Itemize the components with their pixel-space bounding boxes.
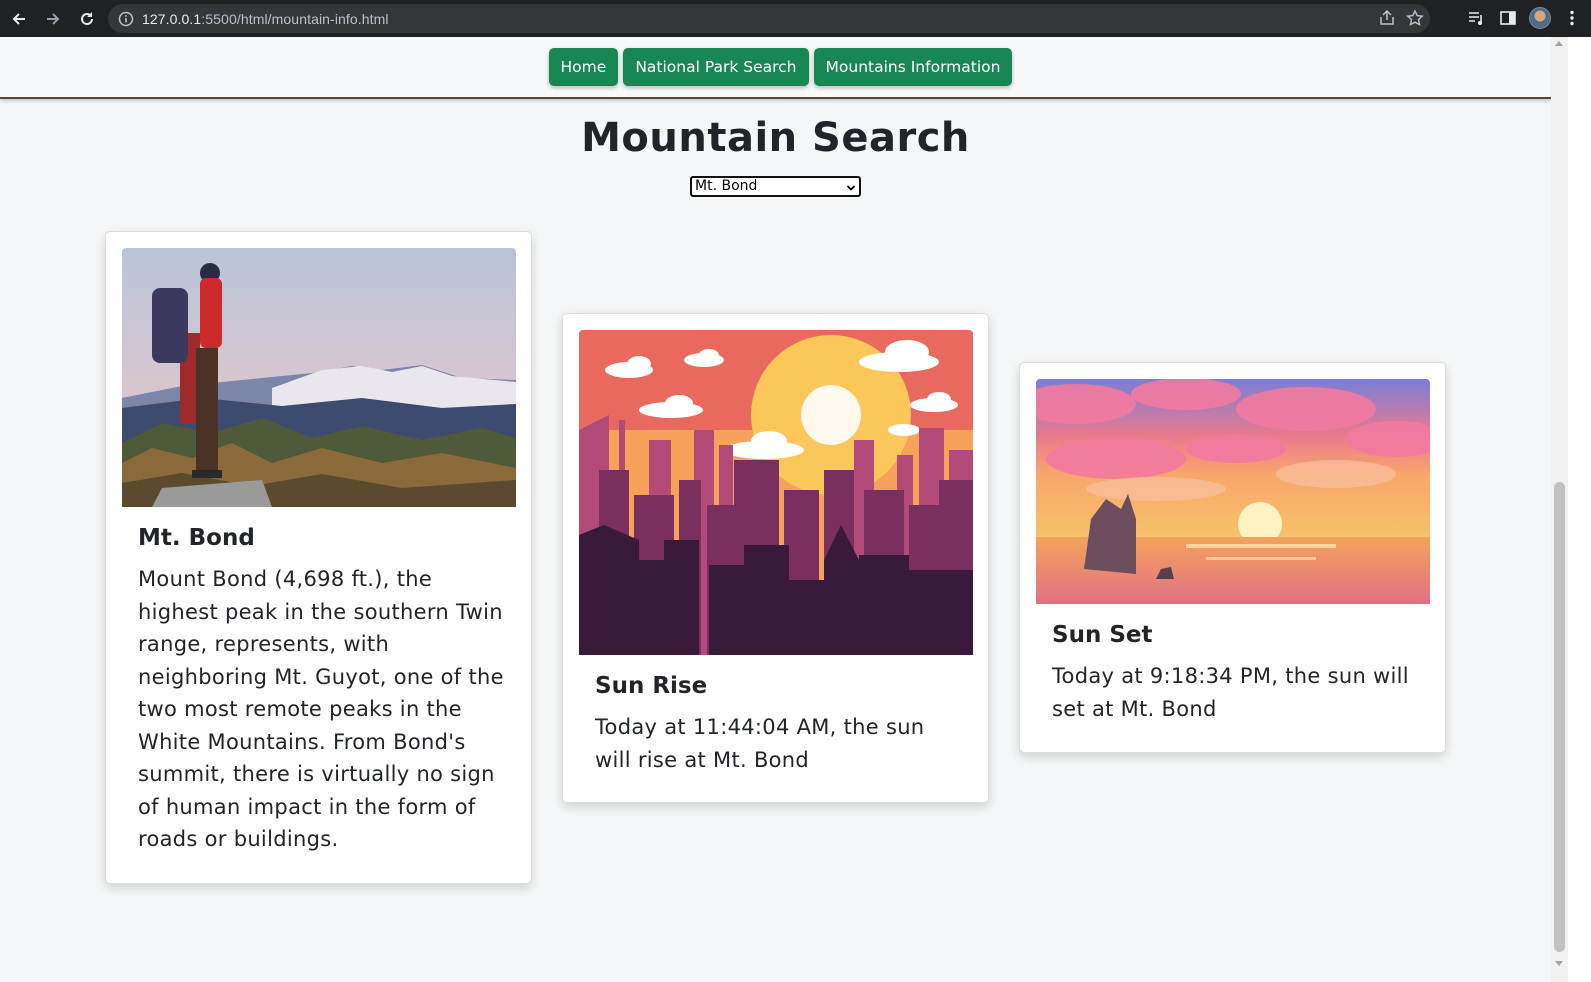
sunset-sea-image [1036, 379, 1430, 608]
url-text: 127.0.0.1:5500/html/mountain-info.html [142, 11, 389, 27]
mountain-card-title: Mt. Bond [138, 525, 255, 551]
nav-home-button[interactable]: Home [548, 48, 619, 86]
address-bar[interactable]: 127.0.0.1:5500/html/mountain-info.html [108, 4, 1430, 33]
share-icon[interactable] [1378, 9, 1396, 31]
forward-icon[interactable] [38, 4, 68, 34]
side-panel-icon[interactable] [1497, 4, 1519, 32]
mountain-select[interactable]: Mt. Bond [690, 176, 861, 197]
site-info-icon[interactable] [118, 11, 134, 27]
sunset-card-text: Today at 9:18:34 PM, the sun will set at… [1052, 664, 1409, 721]
chevron-down-icon [846, 181, 856, 198]
mountain-card-description: Mount Bond (4,698 ft.), the highest peak… [138, 567, 504, 851]
mountain-card: Mt. Bond Mount Bond (4,698 ft.), the hig… [105, 231, 532, 884]
mountain-hiker-image [122, 248, 516, 511]
site-navbar: Home National Park Search Mountains Info… [0, 37, 1551, 99]
page-scrollbar[interactable] [1551, 37, 1568, 982]
bookmark-star-icon[interactable] [1406, 9, 1424, 31]
scroll-up-arrow-icon[interactable] [1555, 41, 1563, 46]
nav-national-park-search-button[interactable]: National Park Search [623, 48, 809, 86]
back-icon[interactable] [4, 4, 34, 34]
sunrise-card-title: Sun Rise [595, 673, 708, 699]
url-host: 127.0.0.1 [142, 10, 202, 27]
sunset-card: Sun Set Today at 9:18:34 PM, the sun wil… [1019, 362, 1446, 753]
scroll-thumb[interactable] [1554, 482, 1565, 952]
sunrise-card: Sun Rise Today at 11:44:04 AM, the sun w… [562, 313, 989, 803]
mountain-select-value: Mt. Bond [695, 178, 758, 194]
profile-avatar[interactable] [1529, 4, 1551, 32]
more-menu-icon[interactable] [1561, 4, 1583, 32]
sunset-card-title: Sun Set [1052, 622, 1153, 648]
sunrise-city-image [579, 330, 973, 659]
reading-list-icon[interactable] [1465, 4, 1487, 32]
browser-toolbar: 127.0.0.1:5500/html/mountain-info.html [0, 0, 1591, 37]
nav-mountains-information-button[interactable]: Mountains Information [813, 48, 1013, 86]
page-title: Mountain Search [581, 115, 970, 161]
reload-icon[interactable] [72, 4, 102, 34]
sunrise-card-text: Today at 11:44:04 AM, the sun will rise … [595, 715, 925, 772]
window-edge [1568, 37, 1591, 982]
url-path: :5500/html/mountain-info.html [201, 10, 389, 27]
scroll-down-arrow-icon[interactable] [1555, 961, 1563, 966]
